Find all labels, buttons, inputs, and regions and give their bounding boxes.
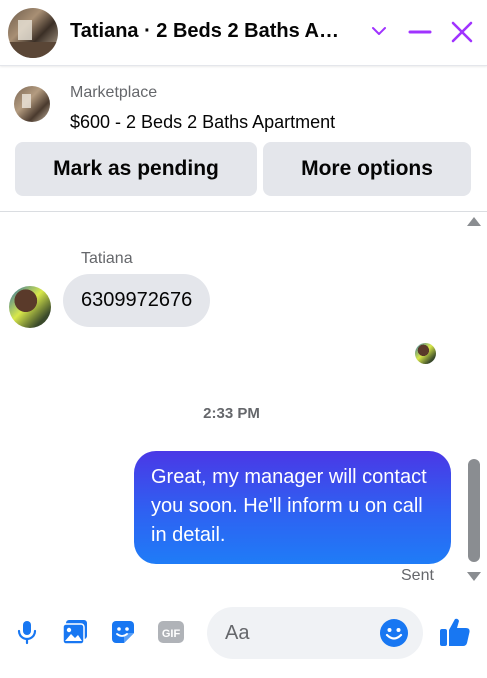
emoji-icon[interactable] [379,618,409,648]
message-input[interactable] [225,607,375,659]
sender-name: Tatiana [81,250,133,267]
chevron-down-icon[interactable] [370,22,388,40]
avatar-floor-detail [8,42,58,58]
marketplace-label: Marketplace [70,84,158,101]
scroll-up-arrow[interactable] [467,217,481,226]
message-timestamp: 2:33 PM [203,405,260,422]
minimize-icon[interactable] [408,20,432,44]
svg-text:GIF: GIF [162,628,181,640]
marketplace-banner: Marketplace $600 - 2 Beds 2 Baths Apartm… [0,70,487,212]
mic-icon[interactable] [12,617,42,647]
message-composer: GIF [0,597,487,678]
image-icon[interactable] [60,617,90,647]
gif-icon[interactable]: GIF [156,617,186,647]
scroll-down-arrow[interactable] [467,572,481,581]
sender-avatar[interactable] [9,286,51,328]
mark-as-pending-button[interactable]: Mark as pending [15,142,257,196]
thumbnail-window-detail [22,94,31,108]
close-icon[interactable] [450,20,474,44]
seen-indicator-avatar [415,343,436,364]
message-thread: Tatiana 6309972676 2:33 PM Great, my man… [0,212,487,597]
contact-avatar[interactable] [8,8,58,58]
scrollbar-thumb[interactable] [468,459,480,562]
chat-title[interactable]: Tatiana · 2 Beds 2 Baths A… [70,20,339,43]
outgoing-message-bubble[interactable]: Great, my manager will contact you soon.… [134,451,451,564]
avatar-window-detail [18,20,32,40]
chat-header: Tatiana · 2 Beds 2 Baths A… [0,0,487,66]
more-options-button[interactable]: More options [263,142,471,196]
sticker-icon[interactable] [108,617,138,647]
message-input-container[interactable] [207,607,423,659]
listing-thumbnail[interactable] [14,86,50,122]
message-status: Sent [401,567,434,584]
like-icon[interactable] [438,615,472,649]
incoming-message-bubble[interactable]: 6309972676 [63,274,211,327]
listing-title[interactable]: $600 - 2 Beds 2 Baths Apartment [70,112,335,133]
